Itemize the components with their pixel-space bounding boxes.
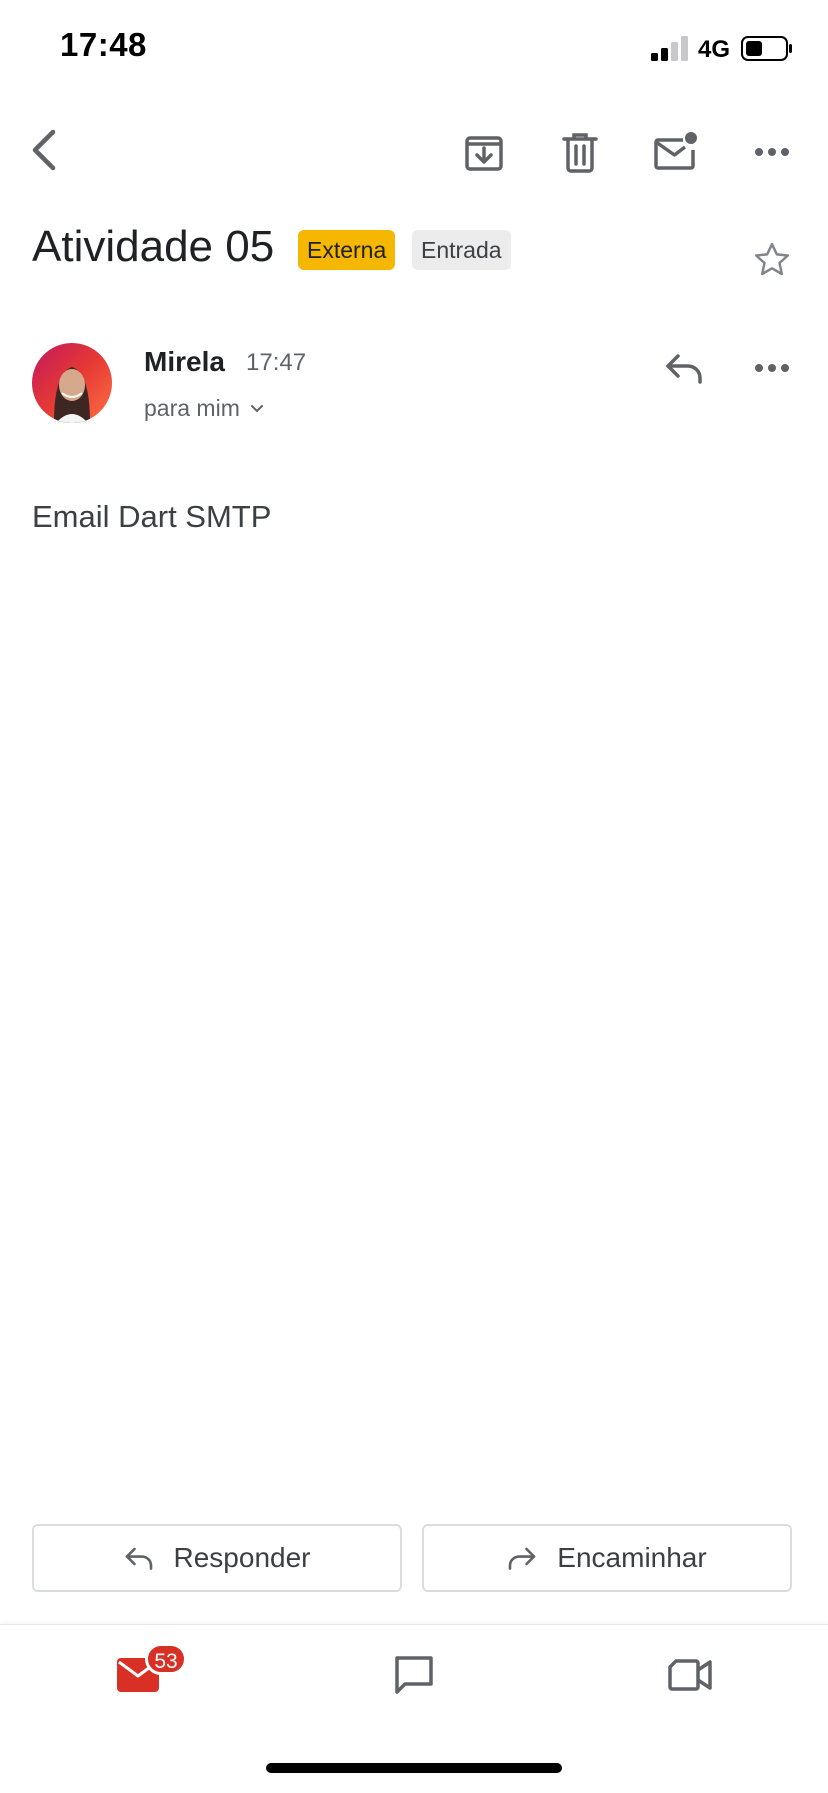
star-icon <box>754 242 790 276</box>
label-chip-externa[interactable]: Externa <box>298 230 396 270</box>
sender-name: Mirela <box>144 346 225 377</box>
reply-label: Responder <box>173 1542 311 1573</box>
reply-icon-button[interactable] <box>652 336 716 400</box>
star-button[interactable] <box>740 228 804 292</box>
back-arrow-icon <box>32 129 56 171</box>
nav-meet[interactable] <box>650 1640 730 1710</box>
label-chip-entrada[interactable]: Entrada <box>412 230 511 270</box>
more-icon <box>755 364 789 372</box>
email-body: Email Dart SMTP <box>32 499 272 534</box>
more-options-button[interactable] <box>740 120 804 184</box>
avatar-photo <box>32 343 112 423</box>
network-type: 4G <box>698 36 731 63</box>
sender-avatar[interactable] <box>32 343 112 423</box>
signal-strength-icon <box>651 36 688 61</box>
home-indicator[interactable] <box>266 1763 562 1773</box>
archive-icon <box>465 136 503 171</box>
chevron-down-icon <box>250 404 263 412</box>
forward-label: Encaminhar <box>557 1542 707 1573</box>
recipient-label: para mim <box>144 395 240 421</box>
battery-icon <box>741 36 792 61</box>
mail-unread-badge: 53 <box>145 1643 187 1675</box>
more-icon <box>755 148 789 156</box>
chat-icon <box>395 1656 433 1694</box>
nav-chat[interactable] <box>374 1640 454 1710</box>
reply-button[interactable]: Responder <box>32 1524 402 1592</box>
message-more-button[interactable] <box>740 336 804 400</box>
back-button[interactable] <box>12 118 76 182</box>
forward-icon <box>508 1547 536 1570</box>
meet-video-icon <box>668 1659 712 1691</box>
mark-unread-icon <box>654 132 697 170</box>
reply-icon <box>666 354 702 384</box>
forward-button[interactable]: Encaminhar <box>422 1524 792 1592</box>
recipient-toggle[interactable]: para mim <box>144 395 264 422</box>
delete-button[interactable] <box>548 120 612 184</box>
delete-icon <box>562 133 598 173</box>
status-time: 17:48 <box>60 26 147 63</box>
reply-icon <box>125 1547 152 1570</box>
email-subject: Atividade 05 <box>32 222 275 271</box>
mark-unread-button[interactable] <box>644 120 708 184</box>
archive-button[interactable] <box>452 120 516 184</box>
sent-time: 17:47 <box>246 349 307 376</box>
